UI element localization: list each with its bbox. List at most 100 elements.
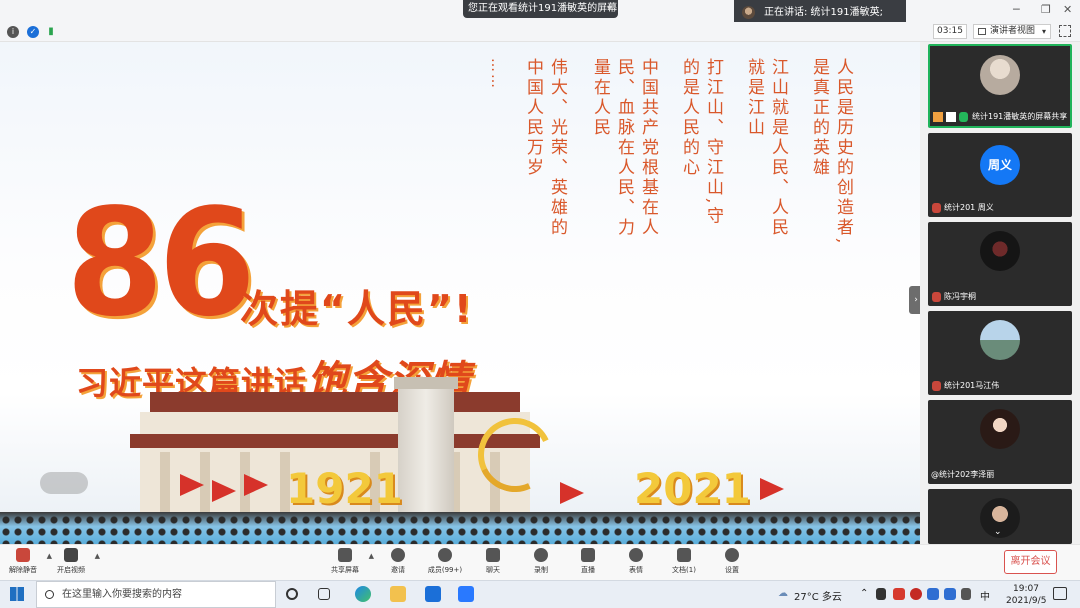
shield-icon[interactable]: ✓ xyxy=(27,26,39,38)
monument-illustration xyxy=(394,377,458,517)
network-icon[interactable] xyxy=(927,588,939,600)
watching-indicator[interactable]: 您正在观看统计191潘敏英的屏幕 ▾ xyxy=(463,0,618,18)
unmute-button[interactable]: 解除静音 ▲ xyxy=(0,548,52,578)
ime-indicator[interactable]: 中 xyxy=(980,588,990,603)
meeting-window: 您正在观看统计191潘敏英的屏幕 ▾ 正在讲话: 统计191潘敏英; ─ ❐ ✕… xyxy=(0,0,1080,608)
poem-column: 的是人民的心 xyxy=(679,58,699,178)
participant-name-text: 统计201马江伟 xyxy=(944,381,1000,390)
record-button[interactable]: 录制 xyxy=(518,548,564,578)
poem-column: 人民是历史的创造者, xyxy=(833,58,853,247)
folder-icon[interactable] xyxy=(390,586,406,602)
meeting-app-icon[interactable] xyxy=(425,586,441,602)
year-start: 1921 xyxy=(286,464,403,513)
restore-icon[interactable]: ❐ xyxy=(1041,3,1051,16)
flag-icon xyxy=(760,478,784,500)
participant-gallery: 统计191潘敏英的屏幕共享 周义 统计201 周义 陈冯宇桐 统计201马江伟 xyxy=(920,42,1080,544)
search-icon xyxy=(45,590,54,599)
info-icon[interactable]: i xyxy=(7,26,19,38)
live-button[interactable]: 直播 xyxy=(565,548,611,578)
poem-column: 民、血脉在人民、力 xyxy=(614,58,634,238)
close-icon[interactable]: ✕ xyxy=(1063,3,1072,16)
unmute-label: 解除静音 xyxy=(9,566,37,574)
participant-tile[interactable]: ⌄ xyxy=(928,489,1072,544)
watching-text: 您正在观看统计191潘敏英的屏幕 xyxy=(468,3,618,14)
share-screen-label: 共享屏幕 xyxy=(331,566,359,574)
mic-muted-icon xyxy=(16,548,30,562)
caret-up-icon[interactable]: ▲ xyxy=(369,552,374,560)
participant-name: 统计201 周义 xyxy=(928,201,994,215)
tray-app-icon[interactable] xyxy=(876,588,886,600)
start-video-button[interactable]: 开启视频 ▲ xyxy=(48,548,100,578)
settings-label: 设置 xyxy=(725,566,739,574)
speaker-avatar xyxy=(742,6,755,19)
meeting-timer: 03:15 xyxy=(933,24,967,39)
avatar xyxy=(980,231,1020,271)
taskbar-clock[interactable]: 19:07 2021/9/5 xyxy=(1006,583,1046,607)
members-icon xyxy=(438,548,452,562)
mic-muted-icon xyxy=(932,292,941,302)
share-screen-icon xyxy=(338,548,352,562)
chevron-down-icon[interactable]: ⌄ xyxy=(994,527,1002,537)
clock-time: 19:07 xyxy=(1013,584,1039,594)
title-bar: 您正在观看统计191潘敏英的屏幕 ▾ 正在讲话: 统计191潘敏英; ─ ❐ ✕ xyxy=(0,0,1080,26)
participant-tile[interactable]: 统计201马江伟 xyxy=(928,311,1072,395)
clock-date: 2021/9/5 xyxy=(1006,596,1047,606)
settings-button[interactable]: 设置 xyxy=(709,548,755,578)
chevron-down-icon: ▾ xyxy=(606,3,612,14)
poem-column: 量在人民 xyxy=(590,58,610,138)
gear-icon xyxy=(725,548,739,562)
tray-app-icon[interactable] xyxy=(910,588,922,600)
wps-icon[interactable] xyxy=(893,588,905,600)
slide-nav-control[interactable] xyxy=(40,472,88,494)
flag-icon xyxy=(244,474,268,496)
chat-icon xyxy=(486,548,500,562)
mic-muted-icon xyxy=(932,381,941,391)
reactions-button[interactable]: 表情 xyxy=(613,548,659,578)
participant-tile[interactable]: 统计191潘敏英的屏幕共享 xyxy=(928,44,1072,128)
smile-icon xyxy=(629,548,643,562)
cortana-icon[interactable] xyxy=(286,588,298,600)
minimize-icon[interactable]: ─ xyxy=(1013,3,1020,16)
tray-app-icon[interactable] xyxy=(944,588,956,600)
volume-icon[interactable] xyxy=(961,588,971,600)
edge-icon[interactable] xyxy=(355,586,371,602)
meeting-toolbar: 解除静音 ▲ 开启视频 ▲ 共享屏幕 ▲ 邀请 成员(99+) 聊天 录制 直播… xyxy=(0,544,1080,580)
view-mode-dropdown[interactable]: 演讲者视图 ▾ xyxy=(973,24,1051,39)
participant-tile[interactable]: @统计202李泽丽 xyxy=(928,400,1072,484)
weather-text[interactable]: 27°C 多云 xyxy=(794,588,842,603)
avatar xyxy=(980,55,1020,95)
members-button[interactable]: 成员(99+) xyxy=(422,548,468,578)
mic-muted-icon xyxy=(932,203,941,213)
share-icon xyxy=(933,112,943,122)
chat-button[interactable]: 聊天 xyxy=(470,548,516,578)
avatar xyxy=(980,409,1020,449)
chevron-up-icon[interactable]: ⌃ xyxy=(860,588,868,599)
record-icon xyxy=(534,548,548,562)
screen-icon xyxy=(946,112,956,122)
invite-button[interactable]: 邀请 xyxy=(375,548,421,578)
poem-column: 是真正的英雄 xyxy=(809,58,829,178)
participant-tile[interactable]: 陈冯宇桐 xyxy=(928,222,1072,306)
taskbar-search-input[interactable]: 在这里输入你要搜索的内容 xyxy=(36,581,276,608)
avatar xyxy=(980,320,1020,360)
camera-off-icon xyxy=(64,548,78,562)
windows-start-icon[interactable] xyxy=(10,587,24,601)
grid-icon xyxy=(978,28,986,35)
invite-label: 邀请 xyxy=(391,566,405,574)
tencent-meeting-icon[interactable] xyxy=(458,586,474,602)
speaking-text: 正在讲话: 统计191潘敏英; xyxy=(764,7,884,18)
add-user-icon xyxy=(391,548,405,562)
task-view-icon[interactable] xyxy=(318,588,330,600)
signal-icon[interactable]: ▮ xyxy=(45,26,57,38)
weather-icon[interactable]: ☁ xyxy=(778,588,788,599)
search-placeholder: 在这里输入你要搜索的内容 xyxy=(62,589,182,600)
caret-up-icon[interactable]: ▲ xyxy=(95,552,100,560)
avatar: 周义 xyxy=(980,145,1020,185)
participant-tile[interactable]: 周义 统计201 周义 xyxy=(928,133,1072,217)
fullscreen-icon[interactable] xyxy=(1059,25,1071,37)
leave-meeting-button[interactable]: 离开会议 xyxy=(1004,550,1057,574)
share-screen-button[interactable]: 共享屏幕 ▲ xyxy=(322,548,374,578)
docs-button[interactable]: 文档(1) xyxy=(661,548,707,578)
members-label: 成员(99+) xyxy=(427,566,463,574)
notification-icon[interactable] xyxy=(1053,587,1067,600)
